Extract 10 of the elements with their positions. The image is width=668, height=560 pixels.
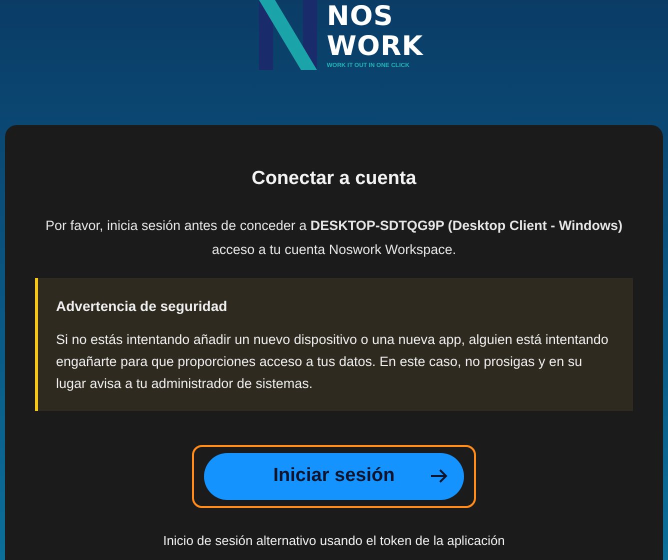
card-title: Conectar a cuenta xyxy=(250,167,418,191)
alternative-sign-in-link[interactable]: Inicio de sesión alternativo usando el token de la aplicación xyxy=(163,530,505,550)
logo-mark-icon xyxy=(258,0,319,70)
sign-in-button[interactable]: Iniciar sesión xyxy=(204,452,464,500)
description-text: Por favor, inicia sesión antes de conceder a DESKTOP-SDTQG9P (Desktop Client - Windows) acceso a tu cuenta Noswork Workspace. xyxy=(44,216,624,259)
warning-title: Advertencia de seguridad xyxy=(56,296,228,316)
arrow-right-icon xyxy=(430,468,448,484)
logo-text: NOS xyxy=(326,2,394,32)
warning-text: Si no estás intentando añadir un nuevo dispositivo o una nueva app, alguien está intentando engañarte para que proporciones acceso a tus datos. En este caso, no prosigas y en su lugar avisa a tu administrador de sistemas. xyxy=(56,330,610,393)
logo-text: WORK xyxy=(326,32,424,62)
